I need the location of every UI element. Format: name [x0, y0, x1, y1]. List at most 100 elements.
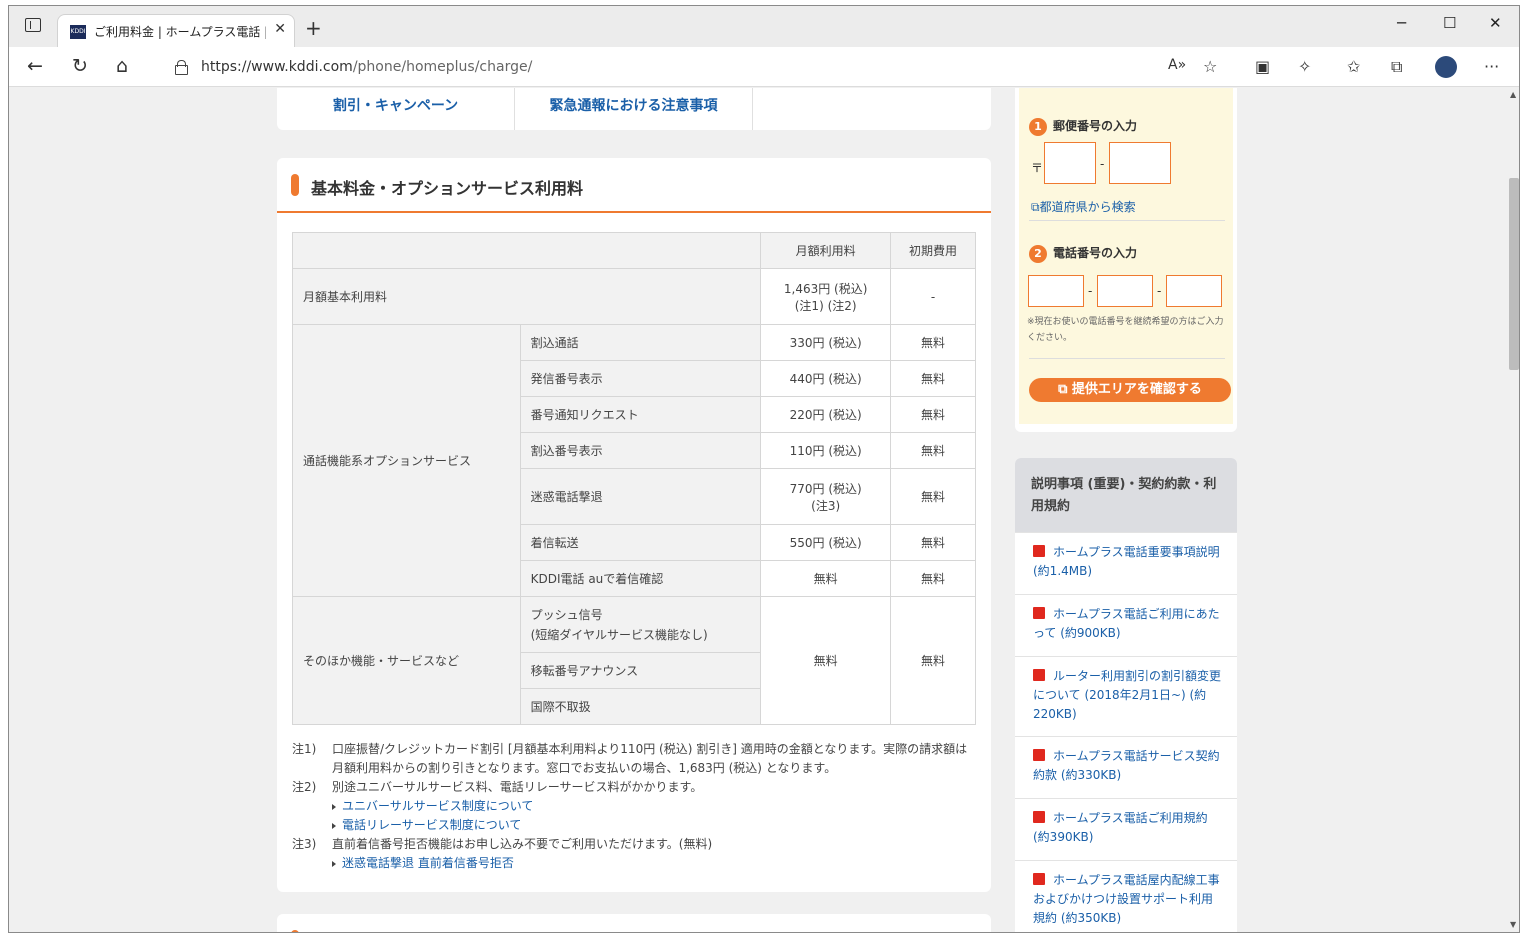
- note-1: 注1) 口座振替/クレジットカード割引 [月額基本利用料より110円 (税込) …: [292, 742, 968, 775]
- table-row: 通話機能系オプションサービス 割込通話 330円 (税込) 無料: [292, 324, 976, 597]
- document-link[interactable]: ホームプラス電話サービス契約約款 (約330KB): [1015, 736, 1237, 798]
- option-initial: 無料: [890, 468, 976, 525]
- option-name: 迷惑電話撃退: [519, 468, 762, 525]
- option-monthly: 550円 (税込): [760, 524, 892, 561]
- header-initial: 初期費用: [890, 232, 976, 269]
- nuisance-call-link[interactable]: 迷惑電話撃退 直前着信番号拒否: [332, 854, 982, 873]
- phone-field-3[interactable]: [1166, 275, 1222, 307]
- nav-emergency-notes[interactable]: 緊急通報における注意事項: [515, 88, 753, 130]
- pdf-icon: [1033, 873, 1045, 885]
- tab-actions-icon[interactable]: [25, 18, 41, 32]
- option-initial: 無料: [890, 324, 976, 361]
- option-name: 番号通知リクエスト: [519, 396, 762, 433]
- home-icon[interactable]: ⌂: [116, 55, 128, 77]
- refresh-icon[interactable]: ↻: [72, 55, 88, 77]
- nav-discount-campaign[interactable]: 割引・キャンペーン: [277, 88, 515, 130]
- documents-card: 説明事項 (重要)・契約約款・利用規約 ホームプラス電話重要事項説明 (約1.4…: [1015, 458, 1237, 932]
- prefecture-search-link[interactable]: ⧉都道府県から検索: [1031, 198, 1136, 215]
- pdf-icon: [1033, 607, 1045, 619]
- phone-field-2[interactable]: [1097, 275, 1153, 307]
- phone-note: ※現在お使いの電話番号を継続希望の方はご入力ください。: [1027, 317, 1224, 343]
- document-link[interactable]: ホームプラス電話ご利用にあたって (約900KB): [1015, 594, 1237, 656]
- document-link[interactable]: ホームプラス電話屋内配線工事およびかけつけ設置サポート利用規約 (約350KB): [1015, 860, 1237, 932]
- close-window-button[interactable]: ✕: [1489, 14, 1502, 32]
- scroll-up-icon[interactable]: ▲: [1510, 90, 1516, 99]
- collections-icon[interactable]: ⧉: [1391, 57, 1402, 77]
- fee-section: 基本料金・オプションサービス利用料 月額利用料 初期費用 月額基本利用料 1,4…: [277, 158, 991, 892]
- section-accent-bar: [291, 174, 299, 196]
- option-name: KDDI電話 auで着信確認: [519, 560, 762, 597]
- option-monthly: 440円 (税込): [760, 360, 892, 397]
- address-bar-row: ← ↻ ⌂ https://www.kddi.com/phone/homeplu…: [9, 47, 1519, 87]
- universal-service-link[interactable]: ユニバーサルサービス制度について: [332, 797, 982, 816]
- step-postal: 1 郵便番号の入力: [1029, 117, 1137, 136]
- close-tab-icon[interactable]: ✕: [274, 21, 286, 37]
- add-favorite-icon[interactable]: ☆: [1203, 57, 1217, 76]
- browser-window: KDDI ご利用料金 | ホームプラス電話 | KDDI ✕ + ─ ☐ ✕ ←…: [8, 5, 1520, 933]
- option-initial: 無料: [890, 396, 976, 433]
- phone-field-1[interactable]: [1028, 275, 1084, 307]
- option-name: 移転番号アナウンス: [519, 652, 762, 689]
- external-link-icon: ⧉: [1058, 382, 1072, 397]
- scroll-down-icon[interactable]: ▼: [1510, 920, 1516, 929]
- option-name: 割込番号表示: [519, 432, 762, 469]
- pdf-icon: [1033, 669, 1045, 681]
- option-monthly: 330円 (税込): [760, 324, 892, 361]
- maximize-button[interactable]: ☐: [1443, 14, 1456, 32]
- document-link[interactable]: ルーター利用割引の割引額変更について (2018年2月1日~) (約220KB): [1015, 656, 1237, 736]
- notes: 注1) 口座振替/クレジットカード割引 [月額基本利用料より110円 (税込) …: [292, 740, 982, 873]
- pdf-icon: [1033, 811, 1045, 823]
- postal-separator: -: [1100, 157, 1105, 171]
- favorites-icon[interactable]: ✩: [1347, 57, 1360, 76]
- basic-fee-label: 月額基本利用料: [291, 268, 762, 325]
- profile-icon[interactable]: [1435, 56, 1457, 78]
- document-link[interactable]: ホームプラス電話ご利用規約 (約390KB): [1015, 798, 1237, 860]
- header-monthly: 月額利用料: [760, 232, 892, 269]
- table-header-blank: [291, 232, 762, 269]
- other-services-group: そのほか機能・サービスなど: [292, 596, 521, 725]
- section-title: 基本料金・オプションサービス利用料: [311, 179, 584, 198]
- postal-code-field-1[interactable]: [1044, 142, 1096, 184]
- divider: [1029, 358, 1225, 359]
- basic-fee-monthly: 1,463円 (税込) (注1) (注2): [760, 268, 892, 325]
- back-icon[interactable]: ←: [27, 55, 43, 77]
- active-tab[interactable]: KDDI ご利用料金 | ホームプラス電話 | KDDI ✕: [57, 14, 295, 47]
- read-aloud-icon[interactable]: A»: [1168, 57, 1186, 73]
- option-monthly: 無料: [760, 560, 892, 597]
- vertical-scrollbar[interactable]: ▲ ▼: [1505, 88, 1519, 932]
- other-monthly: 無料: [760, 596, 892, 725]
- check-area-button[interactable]: ⧉ 提供エリアを確認する: [1029, 378, 1231, 402]
- option-name: 着信転送: [519, 524, 762, 561]
- section-divider: [277, 211, 991, 213]
- document-link[interactable]: ホームプラス電話重要事項説明 (約1.4MB): [1015, 532, 1237, 594]
- next-section-card: [277, 914, 991, 932]
- scrollbar-thumb[interactable]: [1509, 178, 1519, 370]
- relay-service-link[interactable]: 電話リレーサービス制度について: [332, 816, 982, 835]
- external-link-icon: ⧉: [1031, 200, 1040, 214]
- area-check-card: 1 郵便番号の入力 〒 - ⧉都道府県から検索 2 電話番号の入力 - - ※現在お…: [1015, 88, 1237, 432]
- option-monthly: 110円 (税込): [760, 432, 892, 469]
- option-initial: 無料: [890, 560, 976, 597]
- screencast-icon[interactable]: ▣: [1255, 57, 1270, 76]
- lock-icon[interactable]: [175, 60, 188, 75]
- fee-table: 月額利用料 初期費用 月額基本利用料 1,463円 (税込) (注1) (注2) …: [291, 232, 976, 725]
- phone-separator: -: [1157, 284, 1162, 298]
- minimize-button[interactable]: ─: [1397, 14, 1406, 32]
- extensions-icon[interactable]: ✧: [1298, 57, 1311, 76]
- new-tab-button[interactable]: +: [305, 16, 322, 40]
- option-name: 割込通話: [519, 324, 762, 361]
- pdf-icon: [1033, 545, 1045, 557]
- url-text: https://www.kddi.com/phone/homeplus/char…: [201, 59, 533, 75]
- url-field[interactable]: https://www.kddi.com/phone/homeplus/char…: [153, 51, 1235, 83]
- area-check-form: 1 郵便番号の入力 〒 - ⧉都道府県から検索 2 電話番号の入力 - - ※現在お…: [1019, 88, 1233, 424]
- table-row: 月額基本利用料 1,463円 (税込) (注1) (注2) -: [291, 268, 976, 325]
- tab-title: ご利用料金 | ホームプラス電話 | KDDI: [94, 25, 266, 39]
- pdf-icon: [1033, 749, 1045, 761]
- note-3: 注3) 直前着信番号拒否機能はお申し込み不要でご利用いただけます。(無料) 迷惑…: [292, 835, 982, 873]
- option-monthly: 220円 (税込): [760, 396, 892, 433]
- basic-fee-initial: -: [890, 268, 976, 325]
- postal-code-field-2[interactable]: [1109, 142, 1171, 184]
- more-icon[interactable]: ···: [1484, 57, 1499, 76]
- tab-bar: KDDI ご利用料金 | ホームプラス電話 | KDDI ✕ + ─ ☐ ✕: [9, 6, 1519, 47]
- option-name: 国際不取扱: [519, 688, 762, 725]
